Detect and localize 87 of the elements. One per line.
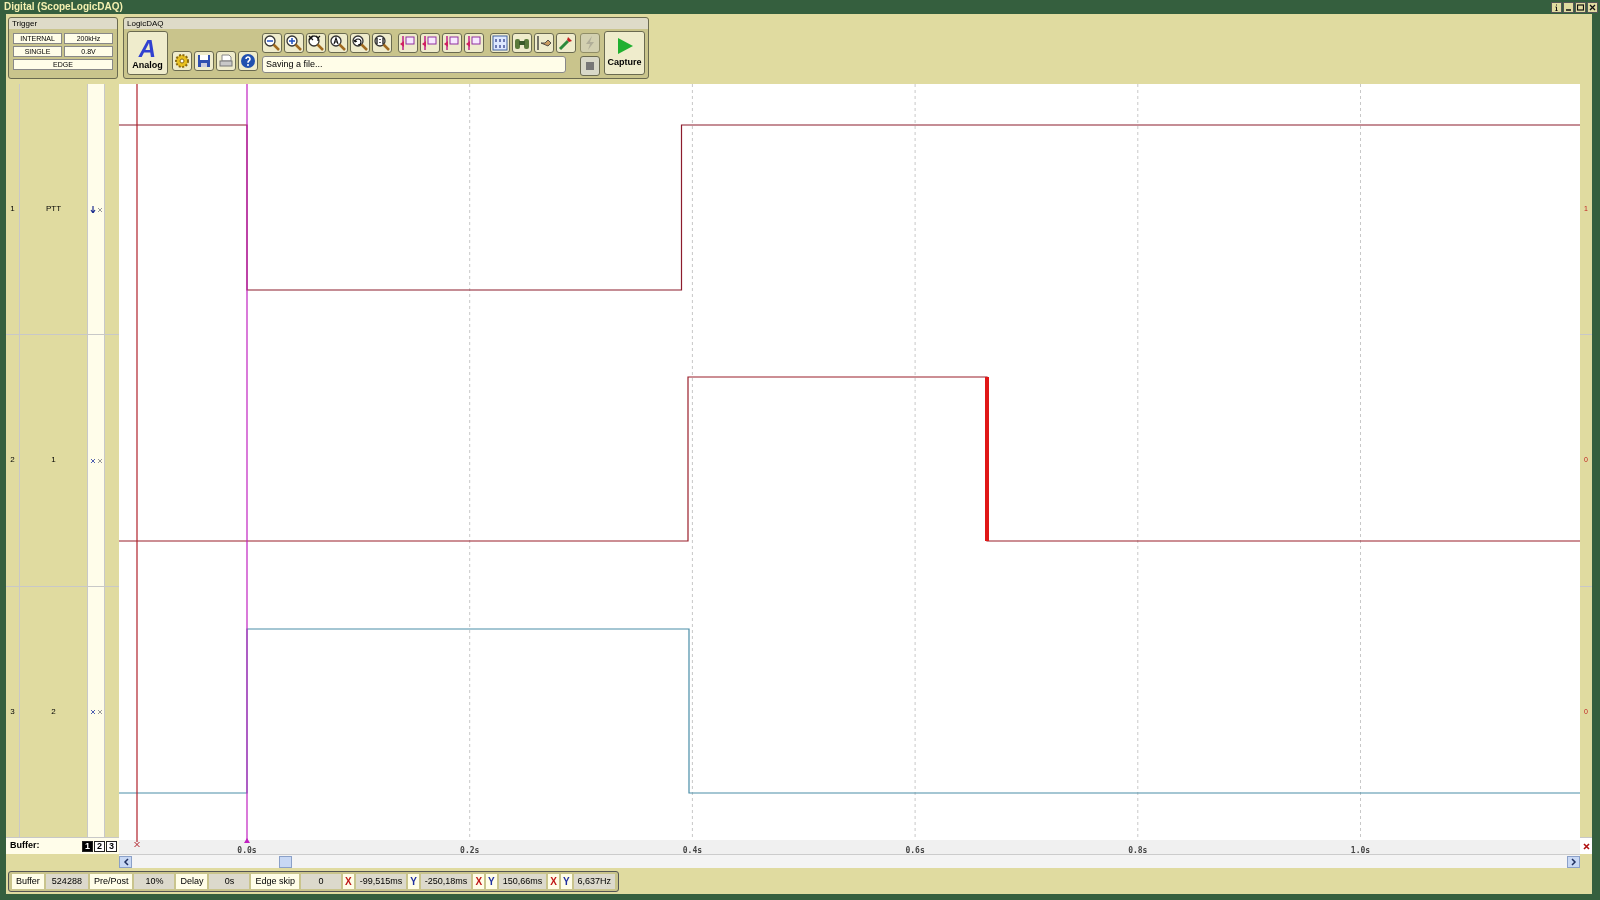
info-button[interactable] bbox=[1551, 1, 1562, 13]
toolbar-button[interactable] bbox=[194, 51, 214, 71]
tick-label: 1.0s bbox=[1350, 846, 1371, 854]
channel-number: 2 bbox=[6, 335, 20, 586]
toolbar-button[interactable] bbox=[534, 33, 554, 53]
binary-grid-icon bbox=[491, 34, 509, 52]
buffer-label: Buffer: bbox=[10, 839, 40, 853]
right-chevron-icon bbox=[1570, 857, 1577, 866]
maximize-button[interactable] bbox=[1575, 1, 1586, 13]
minimize-button[interactable] bbox=[1563, 1, 1574, 13]
cross-icon[interactable] bbox=[89, 457, 96, 464]
status-value: 6,637Hz bbox=[573, 873, 616, 889]
scroll-thumb[interactable] bbox=[279, 855, 292, 868]
status-value: -250,18ms bbox=[420, 873, 472, 889]
axis-marker: X bbox=[342, 873, 354, 889]
info-icon bbox=[1553, 3, 1560, 11]
status-label: Buffer bbox=[12, 873, 44, 889]
close-icon bbox=[1589, 3, 1596, 11]
channel-number: 3 bbox=[6, 586, 20, 837]
toolbar-button[interactable] bbox=[372, 33, 392, 53]
buffer-button[interactable]: 3 bbox=[106, 840, 117, 852]
down-arrow-icon[interactable] bbox=[89, 205, 96, 213]
analog-button[interactable]: A Analog bbox=[127, 31, 168, 75]
cursor-flag-icon bbox=[465, 34, 483, 52]
toolbar-button[interactable] bbox=[262, 33, 282, 53]
panel-title: Trigger bbox=[9, 18, 117, 29]
status-label: Edge skip bbox=[251, 873, 299, 889]
cursor-flag-icon bbox=[443, 34, 461, 52]
magnifier-icon bbox=[263, 34, 281, 52]
stop-button[interactable] bbox=[580, 56, 600, 76]
tick-label: 0.6s bbox=[905, 846, 925, 854]
cursor-flag-icon bbox=[399, 34, 417, 52]
panel-title: LogicDAQ bbox=[124, 18, 648, 29]
printer-icon bbox=[218, 53, 234, 69]
window-title: Digital (ScopeLogicDAQ) bbox=[4, 2, 123, 12]
buffer-button[interactable]: 1 bbox=[82, 840, 93, 852]
status-label: Pre/Post bbox=[89, 873, 133, 889]
probe-icon bbox=[535, 34, 553, 52]
left-chevron-icon bbox=[122, 857, 129, 866]
capture-button[interactable]: Capture bbox=[604, 31, 645, 75]
magnifier-icon bbox=[285, 34, 303, 52]
status-value: 0s bbox=[209, 873, 250, 889]
toolbar-button[interactable] bbox=[284, 33, 304, 53]
close-icon[interactable] bbox=[1582, 842, 1590, 850]
maximize-icon bbox=[1577, 3, 1584, 11]
status-field: Saving a file... bbox=[262, 56, 566, 73]
toolbar-button[interactable] bbox=[306, 33, 326, 53]
help-icon bbox=[240, 53, 256, 69]
status-label: Delay bbox=[176, 873, 208, 889]
toolbar-button[interactable] bbox=[512, 33, 532, 53]
axis-marker: Y bbox=[408, 873, 419, 889]
toolbar-button[interactable] bbox=[238, 51, 258, 71]
status-value: 150,66ms bbox=[498, 873, 547, 889]
axis-marker: X bbox=[548, 873, 559, 889]
magnifier-icon bbox=[373, 34, 391, 52]
magnifier-icon bbox=[329, 34, 347, 52]
analog-label: Analog bbox=[132, 60, 163, 70]
channel-number: 1 bbox=[6, 84, 20, 335]
status-value: -99,515ms bbox=[355, 873, 407, 889]
toolbar-button[interactable] bbox=[350, 33, 370, 53]
analog-letter-icon: A bbox=[138, 36, 157, 61]
wrench-icon bbox=[557, 34, 575, 52]
axis-marker: Y bbox=[560, 873, 572, 889]
status-value: 10% bbox=[134, 873, 175, 889]
gear-icon bbox=[174, 53, 190, 69]
magnifier-icon bbox=[351, 34, 369, 52]
tick-label: 0.8s bbox=[1128, 846, 1148, 854]
cross-icon[interactable] bbox=[96, 708, 103, 716]
toolbar-button[interactable] bbox=[328, 33, 348, 53]
cross-icon[interactable] bbox=[89, 708, 96, 716]
scroll-left-button[interactable] bbox=[119, 855, 132, 868]
axis-marker: Y bbox=[486, 873, 497, 889]
tick-label: 0.2s bbox=[460, 846, 480, 854]
cross-icon[interactable] bbox=[96, 457, 103, 464]
magnifier-icon bbox=[307, 34, 325, 52]
status-value: 0 bbox=[300, 873, 341, 889]
tick-label: 0.0s bbox=[237, 846, 257, 854]
tick-label: 0.4s bbox=[682, 846, 703, 854]
scroll-right-button[interactable] bbox=[1567, 855, 1580, 868]
horizontal-scrollbar[interactable] bbox=[119, 854, 1580, 868]
cursor-flag-icon bbox=[421, 34, 439, 52]
cursor-line[interactable] bbox=[134, 84, 140, 848]
close-button[interactable] bbox=[1587, 1, 1598, 13]
stop-icon bbox=[586, 62, 594, 70]
buffer-button[interactable]: 2 bbox=[94, 840, 105, 852]
axis-marker: X bbox=[473, 873, 485, 889]
status-value: 524288 bbox=[45, 873, 88, 889]
